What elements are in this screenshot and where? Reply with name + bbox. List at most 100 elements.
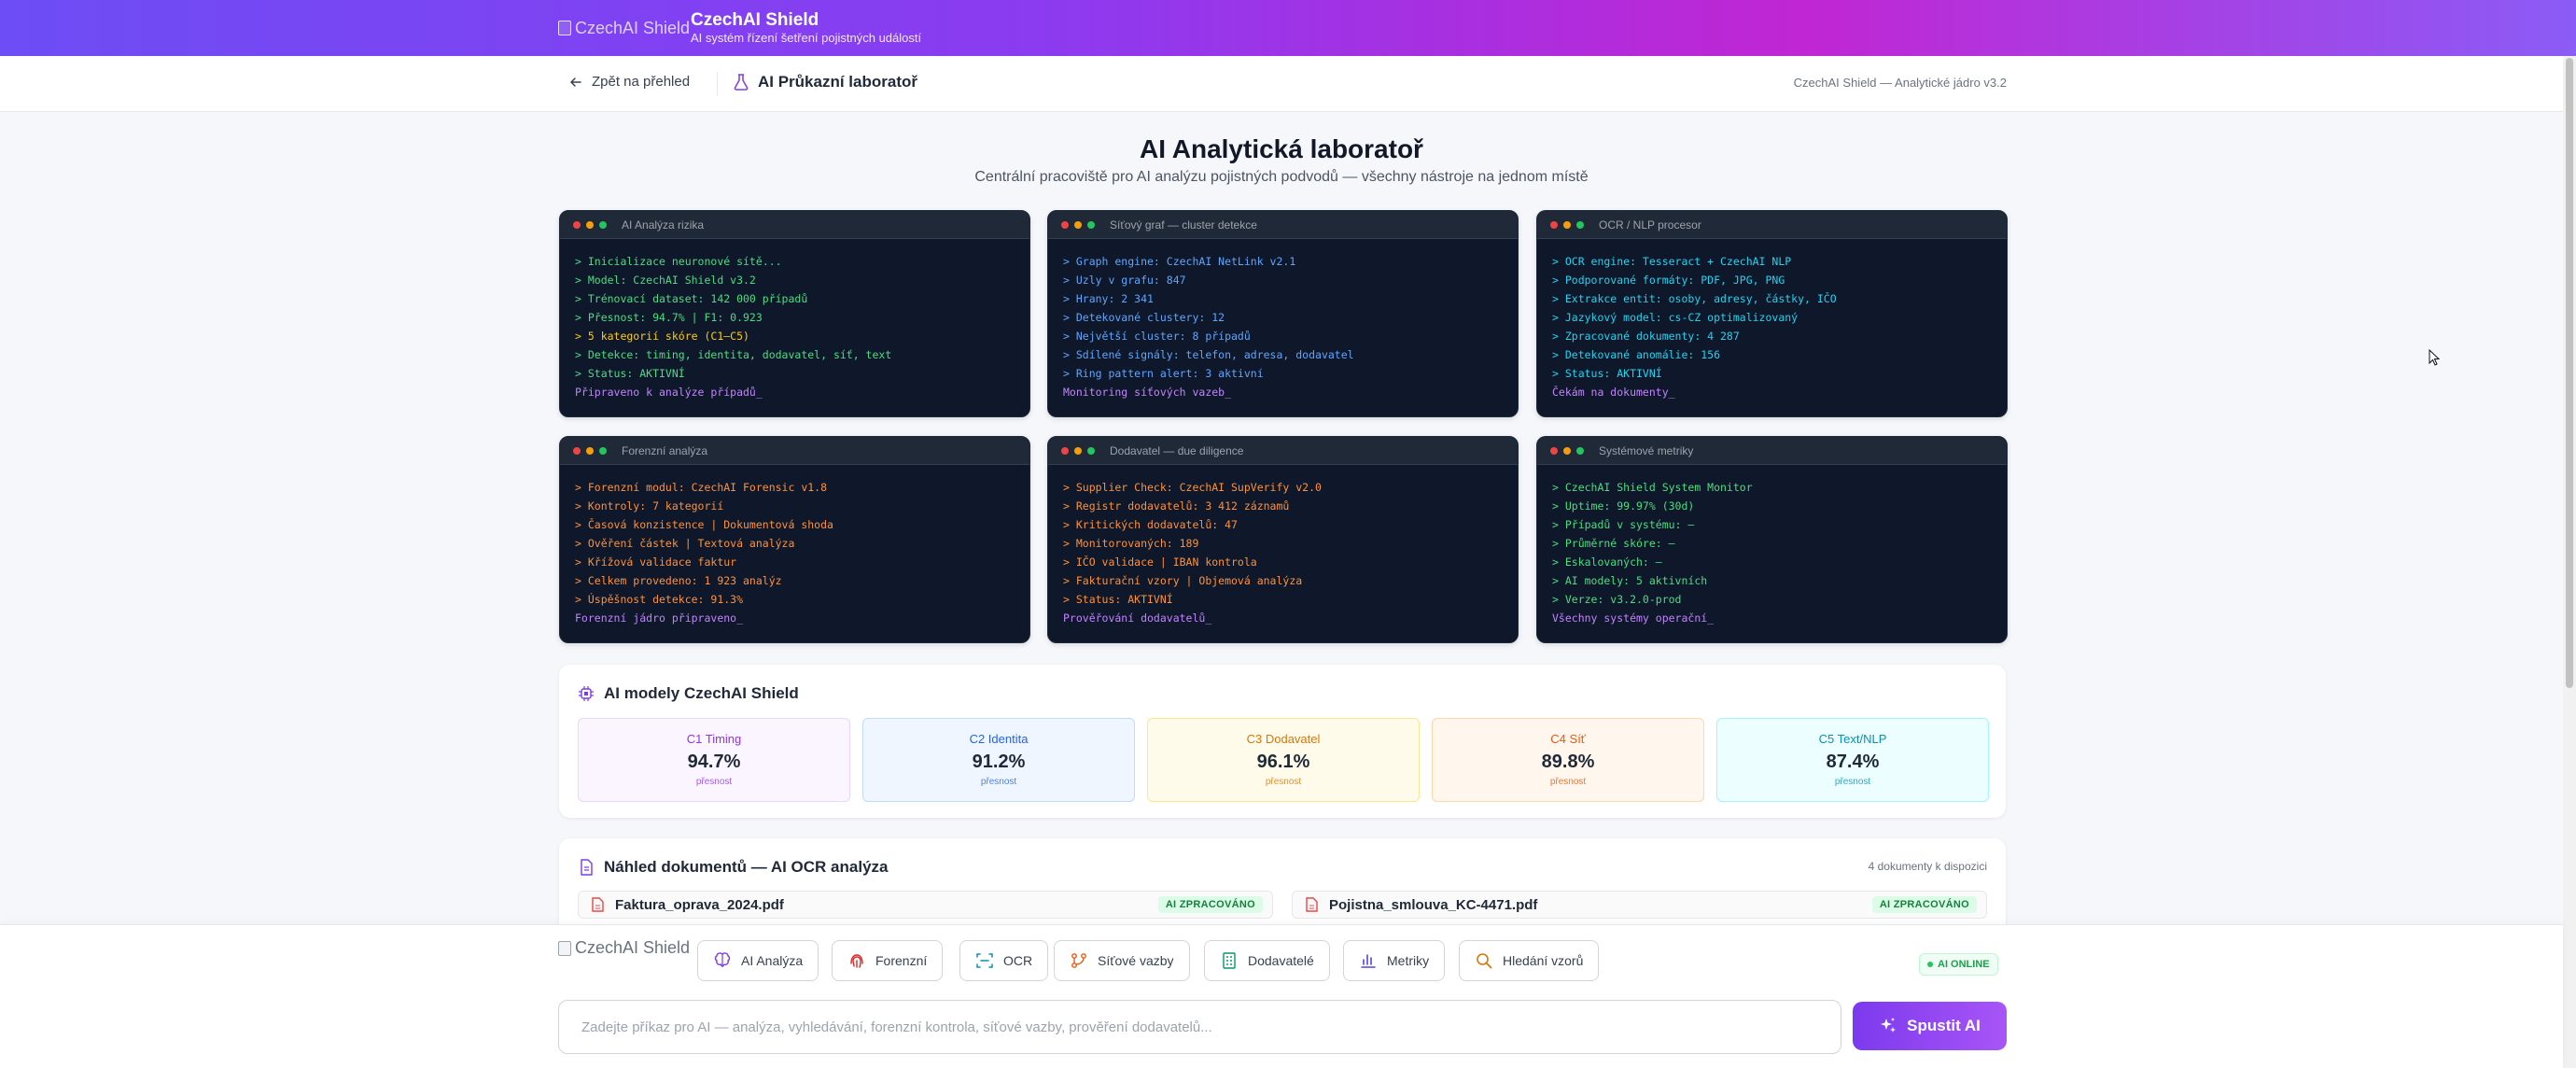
model-accuracy-label: přesnost — [695, 777, 733, 787]
terminal-panel: AI Analýza rizika > Inicializace neuronov… — [559, 210, 1030, 417]
terminal-line: > Monitorovaných: 189 — [1063, 537, 1199, 550]
terminal-line: > Ring pattern alert: 3 aktivní — [1063, 367, 1264, 380]
search-icon — [1477, 953, 1492, 969]
window-dot-icon — [1576, 220, 1584, 229]
terminal-line: > Kritických dodavatelů: 47 — [1063, 518, 1238, 531]
terminal-header: AI Analýza rizika — [560, 211, 1029, 239]
terminal-header: Dodavatel — due diligence — [1048, 437, 1518, 465]
tool-label: Hledání vzorů — [1503, 953, 1584, 968]
terminal-line: > Celkem provedeno: 1 923 analýz — [575, 574, 782, 587]
brand-title: CzechAI Shield — [691, 10, 819, 30]
mouse-cursor-icon — [2429, 349, 2440, 366]
terminal-output: > OCR engine: Tesseract + CzechAI NLP > P… — [1537, 239, 2007, 401]
terminal-line: Monitoring síťových vazeb_ — [1063, 386, 1232, 399]
sparkles-icon — [1881, 1018, 1897, 1033]
window-dot-icon — [1550, 220, 1558, 229]
terminal-header: Forenzní analýza — [560, 437, 1029, 465]
model-accuracy-value: 89.8% — [1541, 752, 1595, 772]
tool-label: Síťové vazby — [1098, 953, 1174, 968]
pdf-file-icon — [1306, 897, 1318, 912]
model-accuracy-value: 87.4% — [1826, 752, 1880, 772]
back-to-overview-link[interactable]: Zpět na přehled — [569, 74, 690, 90]
terminal-line: > 5 kategorií skóre (C1–C5) — [575, 330, 749, 343]
terminal-output: > CzechAI Shield System Monitor > Uptime:… — [1537, 465, 2007, 627]
model-name: C2 Identita — [969, 732, 1029, 746]
terminal-line: > IČO validace | IBAN kontrola — [1063, 555, 1257, 569]
model-name: C3 Dodavatel — [1246, 732, 1321, 746]
window-dot-icon — [573, 220, 581, 229]
lab-title-label: AI Průkazní laboratoř — [758, 73, 917, 91]
terminal-line: > Forenzní modul: CzechAI Forensic v1.8 — [575, 481, 828, 494]
tool-network-button[interactable]: Síťové vazby — [1054, 940, 1190, 981]
model-name: C5 Text/NLP — [1818, 732, 1887, 746]
window-dot-icon — [586, 446, 594, 455]
brain-icon — [714, 952, 731, 967]
terminal-title: Dodavatel — due diligence — [1110, 443, 1244, 457]
terminal-line: > Fakturační vzory | Objemová analýza — [1063, 574, 1303, 587]
model-metric-box: C4 Síť 89.8% přesnost — [1432, 718, 1704, 802]
version-label: CzechAI Shield — Analytické jádro v3.2 — [1793, 76, 2007, 90]
network-graph-icon — [1071, 953, 1086, 968]
ai-command-input[interactable] — [558, 1000, 1841, 1054]
terminal-line: > Uzly v grafu: 847 — [1063, 274, 1186, 287]
tool-ocr-button[interactable]: OCR — [959, 940, 1049, 981]
document-name: Faktura_oprava_2024.pdf — [615, 896, 784, 913]
window-dot-icon — [599, 446, 607, 455]
brand-logo-alt-text: CzechAI Shield — [575, 18, 691, 37]
window-dot-icon — [1087, 220, 1095, 229]
model-accuracy-value: 96.1% — [1256, 752, 1310, 772]
model-name: C4 Síť — [1550, 732, 1586, 746]
terminal-line: > Eskalovaných: — — [1552, 555, 1662, 569]
model-accuracy-label: přesnost — [1265, 777, 1302, 787]
scrollbar-thumb[interactable] — [2566, 58, 2573, 688]
tool-forensic-button[interactable]: Forenzní — [832, 940, 944, 981]
ai-models-title: AI modely CzechAI Shield — [604, 684, 799, 702]
window-dot-icon — [1563, 446, 1571, 455]
terminal-line: > Křížová validace faktur — [575, 555, 737, 569]
terminal-line: > Hrany: 2 341 — [1063, 292, 1154, 305]
terminal-line: Forenzní jádro připraveno_ — [575, 611, 744, 625]
run-ai-button[interactable]: Spustit AI — [1853, 1002, 2007, 1050]
terminal-output: > Forenzní modul: CzechAI Forensic v1.8 >… — [560, 465, 1029, 627]
terminal-line: > Podporované formáty: PDF, JPG, PNG — [1552, 274, 1785, 287]
tool-pattern-search-button[interactable]: Hledání vzorů — [1459, 940, 1600, 981]
tool-metrics-button[interactable]: Metriky — [1343, 940, 1446, 981]
tool-label: Forenzní — [875, 953, 928, 968]
terminal-line: > Detekované clustery: 12 — [1063, 311, 1225, 324]
building-icon — [1223, 952, 1236, 969]
terminal-line: > Registr dodavatelů: 3 412 záznamů — [1063, 499, 1290, 513]
terminal-title: Síťový graf — cluster detekce — [1110, 218, 1257, 232]
terminal-line: > AI modely: 5 aktivních — [1552, 574, 1708, 587]
terminal-output: > Graph engine: CzechAI NetLink v2.1 > Uz… — [1048, 239, 1518, 401]
terminal-line: > Detekované anomálie: 156 — [1552, 348, 1721, 361]
tool-label: OCR — [1003, 953, 1033, 968]
document-name: Pojistna_smlouva_KC-4471.pdf — [1329, 896, 1538, 913]
window-dot-icon — [1074, 220, 1082, 229]
arrow-left-icon — [569, 77, 581, 87]
terminal-header: Síťový graf — cluster detekce — [1048, 211, 1518, 239]
scan-icon — [976, 953, 993, 968]
flask-icon — [734, 74, 749, 91]
model-metric-box: C5 Text/NLP 87.4% přesnost — [1716, 718, 1989, 802]
window-dot-icon — [573, 446, 581, 455]
brand-subtitle: AI systém řízení šetření pojistných udál… — [691, 31, 922, 45]
terminal-line: > Největší cluster: 8 případů — [1063, 330, 1251, 343]
terminal-line: > Status: AKTIVNÍ — [575, 367, 685, 380]
broken-image-icon — [558, 940, 571, 956]
bar-chart-icon — [1361, 954, 1376, 968]
tool-ai-analysis-button[interactable]: AI Analýza — [697, 940, 819, 981]
terminal-line: > Verze: v3.2.0-prod — [1552, 593, 1682, 606]
terminal-panel: Systémové metriky > CzechAI Shield System… — [1536, 436, 2008, 643]
terminal-line: > Úspěšnost detekce: 91.3% — [575, 593, 744, 606]
ai-processed-badge: AI ZPRACOVÁNO — [1157, 896, 1263, 913]
model-metric-box: C1 Timing 94.7% přesnost — [578, 718, 850, 802]
model-accuracy-label: přesnost — [1834, 777, 1871, 787]
terminal-output: > Supplier Check: CzechAI SupVerify v2.0… — [1048, 465, 1518, 627]
document-row[interactable]: Faktura_oprava_2024.pdf AI ZPRACOVÁNO — [578, 891, 1273, 919]
document-row[interactable]: Pojistna_smlouva_KC-4471.pdf AI ZPRACOVÁ… — [1292, 891, 1987, 919]
terminal-line: > Graph engine: CzechAI NetLink v2.1 — [1063, 255, 1296, 268]
ai-models-card: AI modely CzechAI Shield C1 Timing 94.7% p… — [559, 665, 2006, 818]
tool-suppliers-button[interactable]: Dodavatelé — [1204, 940, 1330, 981]
run-ai-label: Spustit AI — [1907, 1017, 1981, 1034]
broken-image-icon — [558, 21, 571, 35]
